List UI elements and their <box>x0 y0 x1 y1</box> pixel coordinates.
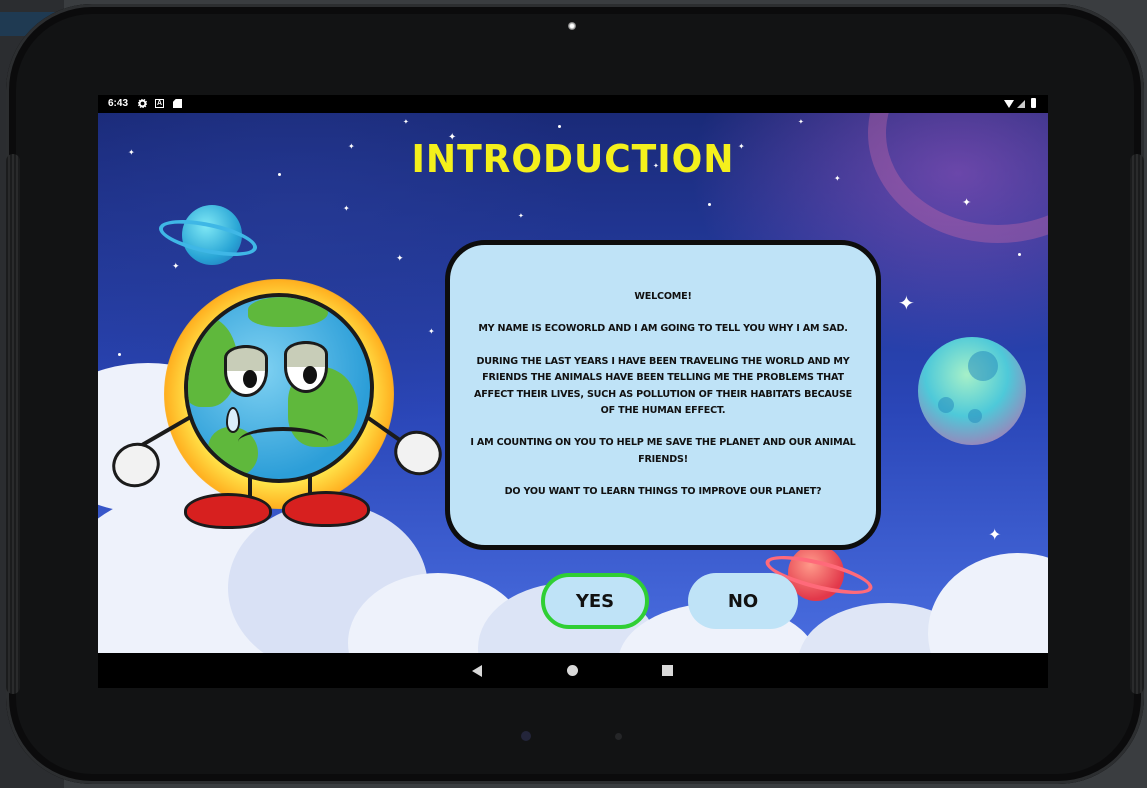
earth-eye-right <box>284 341 328 393</box>
no-button[interactable]: NO <box>688 573 798 629</box>
gear-icon <box>137 98 148 109</box>
earth-hand-right-icon <box>387 424 449 482</box>
device-screen: 6:43 A ✦ ✦ ✦ ✦ ✦ ✦ ✦ ✦ ✦ ✦ ✦ ✦ ✦ ✦ ✦ ✦ ✦… <box>98 95 1048 688</box>
crater <box>968 351 998 381</box>
intro-dialog-card: WELCOME! MY NAME IS ECOWORLD AND I AM GO… <box>445 240 881 550</box>
intro-screen: ✦ ✦ ✦ ✦ ✦ ✦ ✦ ✦ ✦ ✦ ✦ ✦ ✦ ✦ ✦ ✦ ✦ ✦ INTR… <box>98 113 1048 653</box>
battery-icon <box>1031 98 1036 108</box>
dialog-paragraph-question: DO YOU WANT TO LEARN THINGS TO IMPROVE O… <box>504 486 822 498</box>
star-icon: ✦ <box>898 291 915 315</box>
front-camera <box>568 22 576 30</box>
star-icon: ✦ <box>396 254 404 264</box>
back-icon[interactable] <box>472 665 482 677</box>
wifi-icon <box>1004 100 1014 108</box>
pupil <box>303 366 317 384</box>
cloud <box>928 553 1048 653</box>
dialog-paragraph-welcome: WELCOME! <box>634 291 692 302</box>
status-bar: 6:43 A <box>98 95 1048 113</box>
star-icon: ✦ <box>988 525 1002 544</box>
page-title: INTRODUCTION <box>411 137 735 181</box>
sad-mouth <box>238 427 328 457</box>
navigation-bar <box>98 653 1048 688</box>
star-icon: ✦ <box>428 327 435 336</box>
star-dot <box>708 203 711 206</box>
eyelid <box>224 345 268 371</box>
star-icon: ✦ <box>343 204 350 213</box>
dialog-paragraph-help: I AM COUNTING ON YOU TO HELP ME SAVE THE… <box>470 437 856 465</box>
sd-card-icon <box>173 99 182 108</box>
star-icon: ✦ <box>518 212 524 220</box>
eyelid <box>284 341 328 367</box>
sensor-left <box>521 731 531 741</box>
sad-earth-mascot-icon <box>184 293 374 483</box>
star-icon: ✦ <box>962 196 972 209</box>
earth-land <box>248 297 328 327</box>
status-time: 6:43 <box>108 98 129 109</box>
star-dot <box>1018 253 1021 256</box>
crater <box>938 397 954 413</box>
tear-icon <box>226 407 240 433</box>
earth-shoe-right-icon <box>282 491 370 527</box>
yes-button[interactable]: YES <box>541 573 649 629</box>
pupil <box>243 370 257 388</box>
star-icon: ✦ <box>798 118 804 126</box>
dialog-paragraph-name: MY NAME IS ECOWORLD AND I AM GOING TO TE… <box>478 323 848 335</box>
speaker-grille-right <box>1130 154 1144 694</box>
dialog-paragraph-story: DURING THE LAST YEARS I HAVE BEEN TRAVEL… <box>473 355 853 417</box>
recents-icon[interactable] <box>662 665 673 676</box>
star-dot <box>118 353 121 356</box>
home-icon[interactable] <box>567 665 578 676</box>
earth-shoe-left-icon <box>184 493 272 529</box>
sensor-right <box>615 733 622 740</box>
signal-icon <box>1017 100 1025 108</box>
a-icon: A <box>155 99 164 108</box>
teal-planet-icon <box>918 337 1026 445</box>
star-icon: ✦ <box>403 118 409 126</box>
crater <box>968 409 982 423</box>
speaker-grille-left <box>6 154 20 694</box>
star-icon: ✦ <box>172 262 180 272</box>
star-dot <box>558 125 561 128</box>
earth-eye-left <box>224 345 268 397</box>
